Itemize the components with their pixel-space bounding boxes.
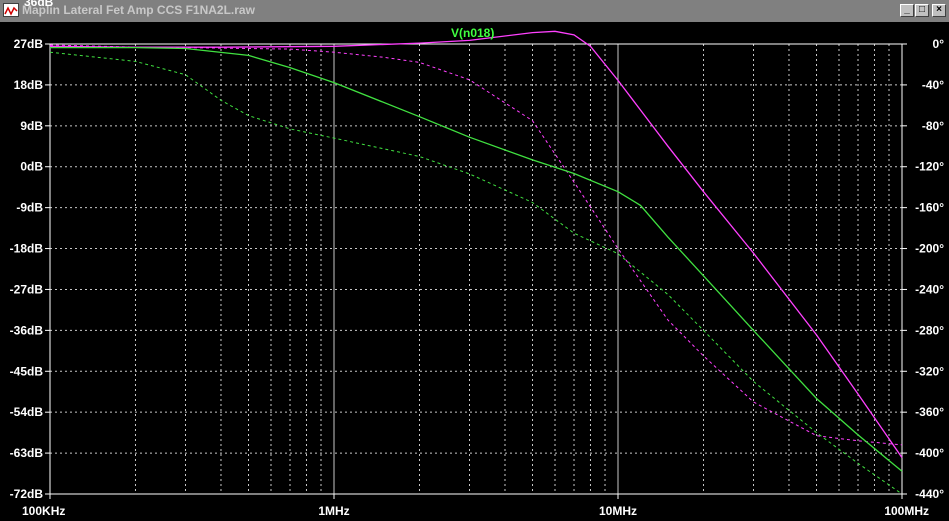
- left-tick-label: -36dB: [10, 323, 44, 337]
- left-tick-label: -18dB: [10, 242, 44, 256]
- right-tick-label: -440°: [915, 487, 944, 501]
- plot-border: [49, 43, 903, 495]
- left-tick-label: 0dB: [20, 160, 43, 174]
- left-tick-label: -45dB: [10, 364, 44, 378]
- trace-magenta-magnitude: [49, 30, 903, 458]
- left-tick-label: -63dB: [10, 446, 44, 460]
- x-tick-label: 1MHz: [318, 504, 349, 518]
- right-tick-label: -40°: [922, 78, 944, 92]
- right-tick-label: -80°: [922, 119, 944, 133]
- trace-magenta-phase: [49, 44, 903, 446]
- right-tick-label: -400°: [915, 446, 944, 460]
- trace-green-phase: [49, 51, 903, 495]
- left-tick-label: 18dB: [14, 78, 44, 92]
- trace-label-v-n018[interactable]: V(n018): [451, 26, 494, 40]
- right-tick-label: -320°: [915, 364, 944, 378]
- left-tick-label: -54dB: [10, 405, 44, 419]
- plot-traces: [49, 30, 903, 495]
- right-tick-label: -120°: [915, 160, 944, 174]
- left-tick-label: -9dB: [16, 201, 43, 215]
- right-tick-label: -280°: [915, 323, 944, 337]
- right-tick-label: -200°: [915, 242, 944, 256]
- left-tick-label: -27dB: [10, 282, 44, 296]
- trace-green-magnitude: [50, 46, 903, 472]
- right-tick-label: -240°: [915, 282, 944, 296]
- bode-plot[interactable]: 27dB 18dB 9dB 0dB -9dB -18dB -27dB -36dB -45dB -5…: [0, 0, 949, 521]
- left-tick-label: -72dB: [10, 487, 44, 501]
- right-axis-ticks: 0° -40° -80° -120° -160° -200° -240° -280° -320°…: [902, 37, 944, 501]
- x-tick-label: 100KHz: [22, 504, 65, 518]
- right-tick-label: -160°: [915, 201, 944, 215]
- x-tick-label: 10MHz: [599, 504, 637, 518]
- left-tick-label: 27dB: [14, 37, 44, 51]
- plot-frame: [49, 43, 903, 495]
- x-axis-ticks: 100KHz 1MHz 10MHz 100MHz: [22, 494, 929, 518]
- right-tick-label: -360°: [915, 405, 944, 419]
- x-tick-label: 100MHz: [884, 504, 929, 518]
- left-axis-ticks: 27dB 18dB 9dB 0dB -9dB -18dB -27dB -36dB -45dB -5…: [10, 37, 50, 501]
- plot-grid: [49, 43, 902, 495]
- right-tick-label: 0°: [933, 37, 945, 51]
- left-tick-label: 9dB: [20, 119, 43, 133]
- top-clipped-tick-label: 36dB: [24, 0, 54, 9]
